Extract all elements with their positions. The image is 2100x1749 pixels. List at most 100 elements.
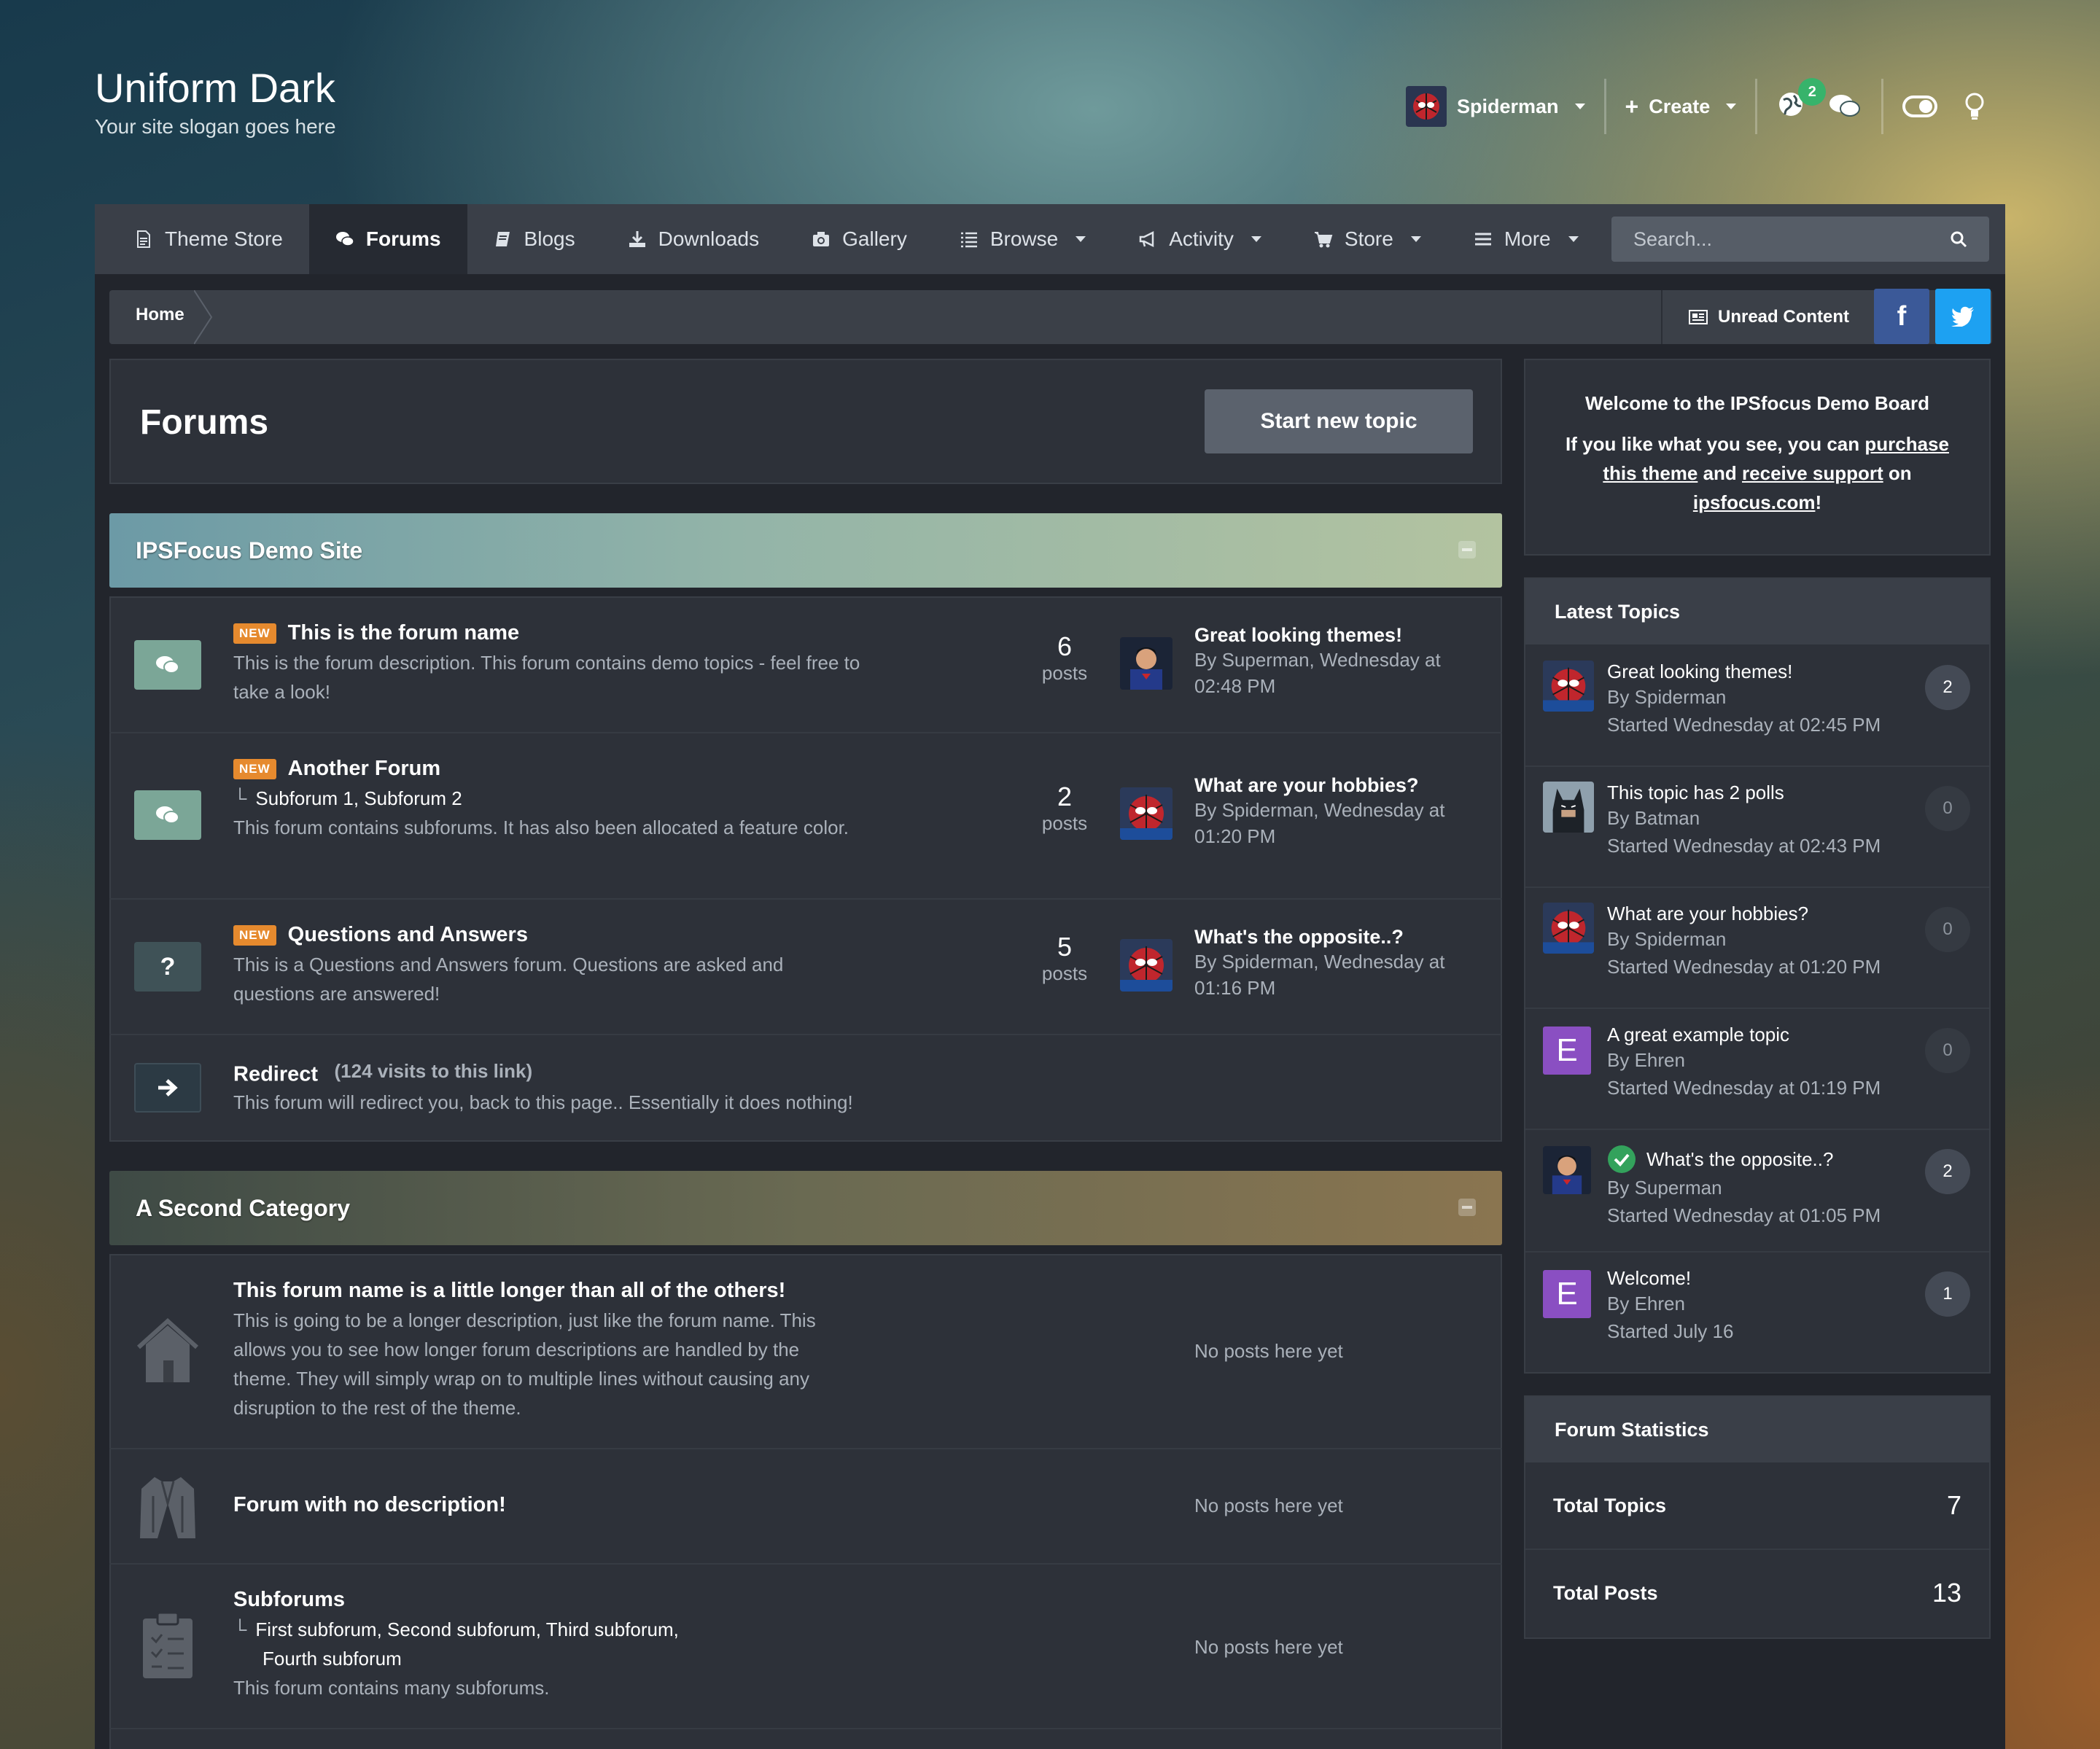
- topic-info: Great looking themes! By Spiderman Start…: [1607, 661, 1881, 739]
- page-title: Forums: [140, 403, 269, 442]
- cart-icon: [1314, 232, 1333, 248]
- forum-status-icon: [134, 790, 201, 840]
- divider: [1881, 79, 1884, 134]
- forum-name[interactable]: Subforums: [233, 1588, 890, 1612]
- reply-count: 2: [1925, 1149, 1970, 1194]
- topic-row[interactable]: This topic has 2 polls By Batman Started…: [1525, 767, 1989, 888]
- megaphone-icon: [1139, 230, 1154, 248]
- stat-label: Total Topics: [1553, 1494, 1666, 1516]
- stat-value: 7: [1946, 1490, 1961, 1520]
- notifications-button[interactable]: 2: [1776, 78, 1827, 123]
- tab-activity[interactable]: Activity: [1112, 204, 1288, 274]
- purchase-link[interactable]: purchase: [1864, 433, 1949, 455]
- twitter-button[interactable]: [1935, 289, 1991, 344]
- post-count-value: 2: [1057, 782, 1073, 811]
- avatar[interactable]: [1120, 939, 1172, 992]
- forum-name[interactable]: Redirect: [233, 1062, 318, 1086]
- topic-title[interactable]: What are your hobbies?: [1607, 903, 1881, 925]
- facebook-button[interactable]: f: [1874, 289, 1929, 344]
- topic-title[interactable]: Great looking themes!: [1607, 661, 1881, 683]
- clipboard-icon: [143, 1611, 192, 1678]
- category-header[interactable]: A Second Category: [109, 1171, 1502, 1245]
- create-label: Create: [1649, 95, 1711, 117]
- topic-title[interactable]: A great example topic: [1607, 1024, 1881, 1046]
- topic-row[interactable]: What are your hobbies? By Spiderman Star…: [1525, 888, 1989, 1009]
- avatar[interactable]: [1120, 787, 1172, 840]
- unread-content-button[interactable]: Unread Content: [1661, 290, 1875, 344]
- forum-description: This is going to be a longer description…: [233, 1309, 816, 1419]
- purchase-link-cont[interactable]: this theme: [1603, 462, 1698, 484]
- topic-row[interactable]: Great looking themes! By Spiderman Start…: [1525, 646, 1989, 767]
- tab-forums[interactable]: Forums: [308, 204, 467, 274]
- document-icon: [137, 230, 150, 248]
- search-input[interactable]: Search...: [1611, 217, 1989, 262]
- topic-row[interactable]: E Welcome! By Ehren Started July 16 1: [1525, 1253, 1989, 1374]
- last-post-meta: By Spiderman, Wednesday at 01:16 PM: [1194, 951, 1445, 999]
- avatar[interactable]: [1543, 903, 1594, 954]
- collapse-icon[interactable]: [1458, 1199, 1476, 1216]
- collapse-icon[interactable]: [1458, 541, 1476, 558]
- tab-browse[interactable]: Browse: [933, 204, 1112, 274]
- letter-avatar[interactable]: E: [1543, 1027, 1591, 1075]
- topic-title[interactable]: This topic has 2 polls: [1607, 782, 1881, 804]
- lightbulb-button[interactable]: [1958, 90, 1991, 123]
- tab-theme-store[interactable]: Theme Store: [95, 204, 309, 274]
- forum-name[interactable]: Another Forum: [288, 757, 440, 780]
- tab-label: Browse: [989, 227, 1059, 250]
- avatar[interactable]: [1543, 661, 1594, 712]
- forum-info: Redirect (124 visits to this link) This …: [233, 1060, 1181, 1117]
- camera-icon: [813, 232, 830, 246]
- avatar[interactable]: [1120, 637, 1172, 690]
- last-post-title[interactable]: What's the opposite..?: [1194, 926, 1486, 948]
- topic-started: Started July 16: [1607, 1320, 1734, 1342]
- superman-avatar: [1120, 637, 1172, 690]
- tab-downloads[interactable]: Downloads: [602, 204, 786, 274]
- create-menu[interactable]: + Create: [1625, 93, 1737, 120]
- spiderman-avatar: [1120, 787, 1172, 840]
- topic-title[interactable]: Welcome!: [1607, 1267, 1733, 1290]
- subforum-list-cont[interactable]: Fourth subforum: [233, 1644, 890, 1673]
- avatar[interactable]: [1543, 782, 1594, 833]
- no-posts-text: No posts here yet: [1194, 1340, 1343, 1362]
- avatar[interactable]: [1543, 1146, 1591, 1194]
- subforum-links[interactable]: First subforum, Second subforum, Third s…: [255, 1618, 678, 1640]
- topic-row[interactable]: E A great example topic By Ehren Started…: [1525, 1009, 1989, 1130]
- tab-store[interactable]: Store: [1288, 204, 1447, 274]
- ipsfocus-link[interactable]: ipsfocus.com: [1693, 491, 1816, 513]
- lightbulb-icon: [1965, 93, 1984, 120]
- forum-status-icon: ?: [134, 942, 201, 992]
- tab-label: Store: [1344, 227, 1393, 250]
- forum-name[interactable]: This forum name is a little longer than …: [233, 1279, 875, 1303]
- last-post-title[interactable]: Great looking themes!: [1194, 624, 1486, 647]
- start-new-topic-button[interactable]: Start new topic: [1205, 389, 1473, 453]
- messages-button[interactable]: [1829, 90, 1862, 123]
- forum-name[interactable]: Questions and Answers: [288, 923, 528, 946]
- topic-row[interactable]: What's the opposite..? By Superman Start…: [1525, 1130, 1989, 1253]
- forum-name[interactable]: Forum with no description!: [233, 1493, 506, 1517]
- user-menu[interactable]: Spiderman: [1406, 86, 1585, 127]
- tab-blogs[interactable]: Blogs: [467, 204, 602, 274]
- category-header[interactable]: IPSFocus Demo Site: [109, 513, 1502, 588]
- reply-count: 1: [1925, 1271, 1970, 1317]
- tab-label: More: [1504, 227, 1551, 250]
- topic-title[interactable]: What's the opposite..?: [1646, 1148, 1833, 1171]
- spiderman-avatar: [1120, 939, 1172, 992]
- letter-avatar[interactable]: E: [1543, 1270, 1591, 1318]
- last-post-title[interactable]: What are your hobbies?: [1194, 774, 1486, 797]
- tab-gallery[interactable]: Gallery: [785, 204, 933, 274]
- support-link[interactable]: receive support: [1742, 462, 1883, 484]
- subforum-links[interactable]: Subforum 1, Subforum 2: [255, 787, 462, 809]
- forum-info: NEW Another Forum └ Subforum 1, Subforum 2…: [233, 757, 890, 842]
- latest-topics-widget: Latest Topics Great looking themes! By S…: [1524, 577, 1991, 1374]
- search-icon[interactable]: [1950, 230, 1967, 248]
- breadcrumb-home[interactable]: Home: [136, 305, 184, 325]
- theme-toggle[interactable]: [1902, 90, 1939, 123]
- welcome-text-part: !: [1815, 491, 1822, 513]
- site-title[interactable]: Uniform Dark: [95, 64, 335, 112]
- tab-more[interactable]: More: [1447, 204, 1605, 274]
- book-icon: [495, 232, 510, 246]
- redirect-count: (124 visits to this link): [334, 1060, 533, 1082]
- unread-content-label: Unread Content: [1718, 307, 1849, 327]
- forum-name[interactable]: This is the forum name: [288, 621, 519, 644]
- topic-started: Started Wednesday at 02:45 PM: [1607, 714, 1881, 736]
